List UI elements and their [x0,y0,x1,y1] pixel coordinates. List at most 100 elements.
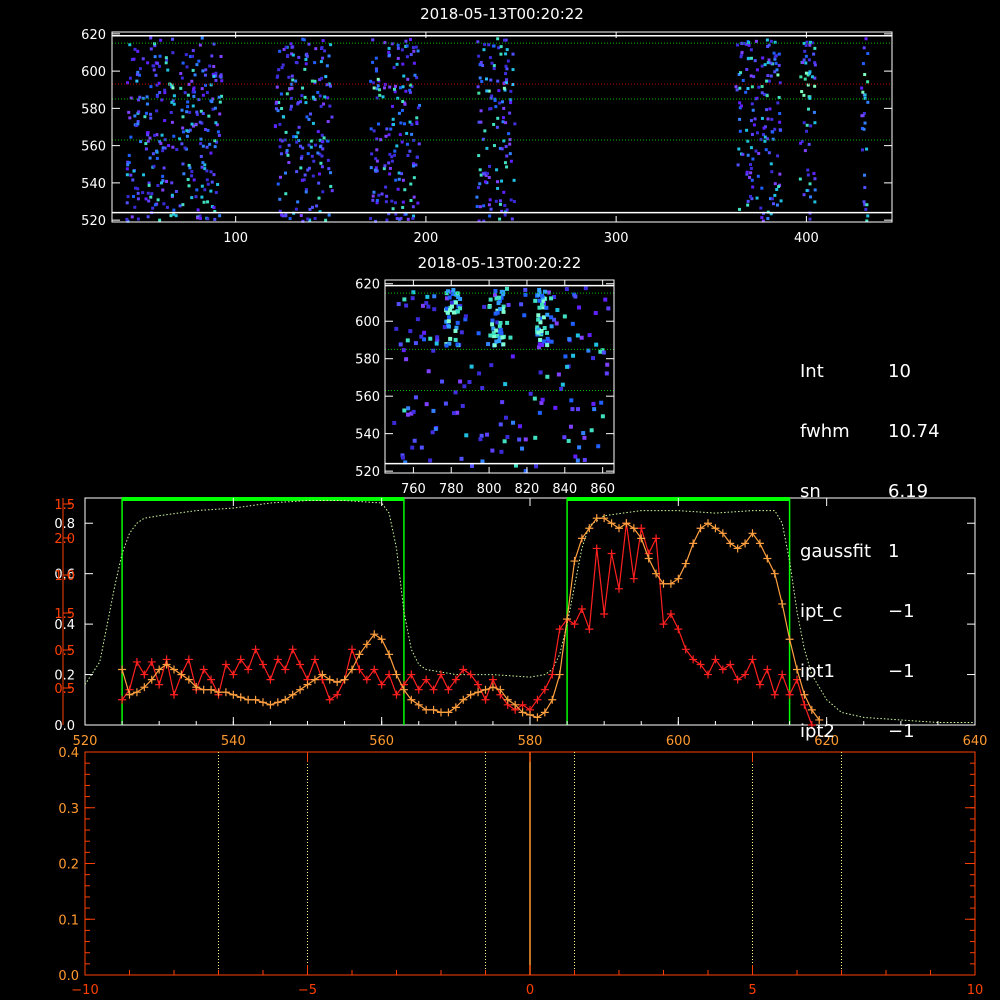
middle-image-y-tick-label: 600 [355,315,380,330]
top-image-pixel [290,74,294,78]
top-image-pixel [403,102,407,106]
top-image-pixel [385,194,389,198]
top-image-pixel [749,194,753,198]
top-image-title: 2018-05-13T00:20:22 [420,5,584,23]
middle-image-pixel [419,445,424,450]
top-image-pixel [218,112,222,116]
top-image-pixel [741,78,745,82]
top-image-pixel [182,172,186,176]
top-image-pixel [412,176,416,180]
top-image-pixel [320,133,324,137]
spectrum-x-tick-label: 540 [221,734,246,749]
middle-image-pixel [408,329,413,334]
top-image-pixel [860,114,864,118]
top-image-pixel [750,102,754,106]
middle-image-pixel [462,384,467,389]
top-image-pixel [186,93,190,97]
top-image-pixel [504,64,508,68]
top-image-pixel [489,207,493,211]
top-image-pixel [170,193,174,197]
top-image-pixel [161,188,165,192]
middle-image-pixel [459,456,464,461]
orange-series-marker [177,670,186,679]
middle-image-hotspot-pixel [537,298,542,303]
top-image-pixel [477,54,481,58]
top-image-pixel [291,78,295,82]
top-image-pixel [204,68,208,72]
top-image-pixel [144,197,148,201]
top-image-pixel [290,45,294,49]
top-image-pixel [806,107,810,111]
top-image-pixel [776,101,780,105]
top-image-pixel [200,184,204,188]
top-image-pixel [157,64,161,68]
middle-image-hotspot-pixel [495,310,500,315]
red-series-marker [244,665,253,674]
top-image-pixel [133,114,137,118]
top-image-pixel [194,122,198,126]
top-image-pixel [749,48,753,52]
top-image-pixel [301,146,305,150]
top-image-pixel [201,144,205,148]
orange-series-marker [540,708,549,717]
top-image-pixel [195,63,199,67]
middle-image-pixel [486,342,491,347]
top-image-pixel [800,90,804,94]
orange-series-marker [221,688,230,697]
top-image-pixel [330,189,334,193]
red-series-marker [659,620,668,629]
top-image-pixel [511,68,515,72]
top-image-pixel [175,148,179,152]
orange-series-marker [704,519,712,528]
middle-image-pixel [555,308,560,313]
top-image-pixel [159,38,163,42]
top-image-pixel [774,61,778,65]
red-series-marker [221,660,230,669]
top-image-pixel [171,145,175,149]
top-image-pixel [185,134,189,138]
top-image-pixel [195,110,199,114]
middle-image-y-tick-label: 580 [355,353,380,368]
info-value: 1 [888,541,900,562]
info-row: ipt1 −1 [800,662,940,682]
middle-image-pixel [596,444,601,449]
top-image-pixel [135,79,139,83]
middle-image-pixel [568,424,573,429]
top-image-pixel [205,169,209,173]
top-image-pixel [277,68,281,72]
top-image-pixel [136,191,140,195]
middle-image-pixel [581,431,586,436]
top-image-pixel [136,217,140,221]
top-image-pixel [384,185,388,189]
red-series-marker [548,670,557,679]
middle-image-pixel [394,326,399,331]
top-image-pixel [740,50,744,54]
top-image-pixel [201,93,205,97]
top-image-pixel [136,49,140,53]
top-image-pixel [303,67,307,71]
top-image-pixel [481,64,485,68]
red-series-marker [629,574,638,583]
middle-image-hotspot-pixel [499,331,504,336]
top-image-pixel [862,46,866,50]
top-image-pixel [216,182,220,186]
middle-image-hotspot-pixel [488,333,493,338]
top-image-pixel [202,200,206,204]
middle-image-hotspot-pixel [536,330,541,335]
top-image-pixel [183,91,187,95]
orange-series-marker [288,690,297,699]
top-image-pixel [864,207,868,211]
middle-image-pixel [533,435,538,440]
top-image-pixel [158,218,162,222]
top-image-pixel [132,195,136,199]
top-image-pixel [404,39,408,43]
middle-image-pixel [571,353,576,358]
middle-image-hotspot-pixel [455,342,460,347]
top-image-pixel [309,112,313,116]
top-image-pixel [746,56,750,60]
top-image-pixel [757,85,761,89]
middle-image-pixel [428,336,433,341]
top-image-pixel [297,55,301,59]
top-image-pixel [188,166,192,170]
top-image-pixel [212,74,216,78]
